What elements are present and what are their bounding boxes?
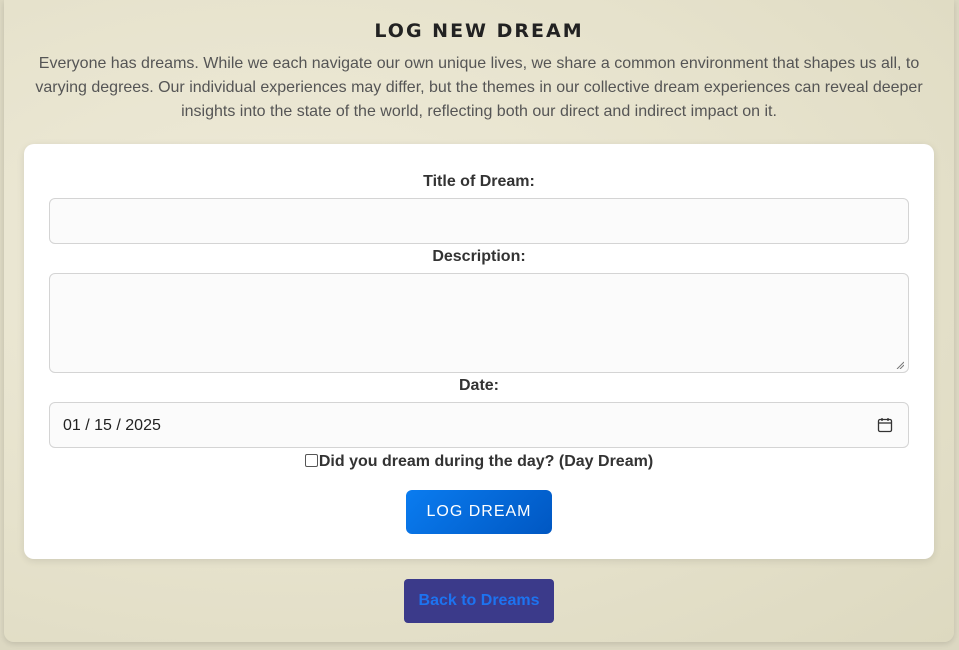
back-to-dreams-button[interactable]: Back to Dreams xyxy=(404,579,554,623)
title-label: Title of Dream: xyxy=(423,173,535,190)
date-input[interactable]: 01 / 15 / 2025 xyxy=(49,402,909,448)
daydream-checkbox[interactable] xyxy=(304,454,318,467)
log-dream-button[interactable]: LOG DREAM xyxy=(406,490,552,534)
calendar-icon[interactable] xyxy=(877,417,893,433)
daydream-row: Did you dream during the day? (Day Dream… xyxy=(24,452,934,472)
page-background: LOG NEW DREAM Everyone has dreams. While… xyxy=(4,0,954,642)
daydream-label[interactable]: Did you dream during the day? (Day Dream… xyxy=(319,453,653,470)
description-label: Description: xyxy=(432,248,526,265)
title-input[interactable] xyxy=(49,198,909,244)
date-label: Date: xyxy=(458,377,499,394)
description-textarea[interactable] xyxy=(49,273,909,373)
date-value: 01 / 15 / 2025 xyxy=(63,417,161,434)
resize-grip-icon[interactable] xyxy=(896,361,904,369)
page-title: LOG NEW DREAM xyxy=(374,20,584,42)
intro-text: Everyone has dreams. While we each navig… xyxy=(35,55,923,120)
dream-form: Title of Dream: Description: Date: 01 / … xyxy=(24,144,934,559)
